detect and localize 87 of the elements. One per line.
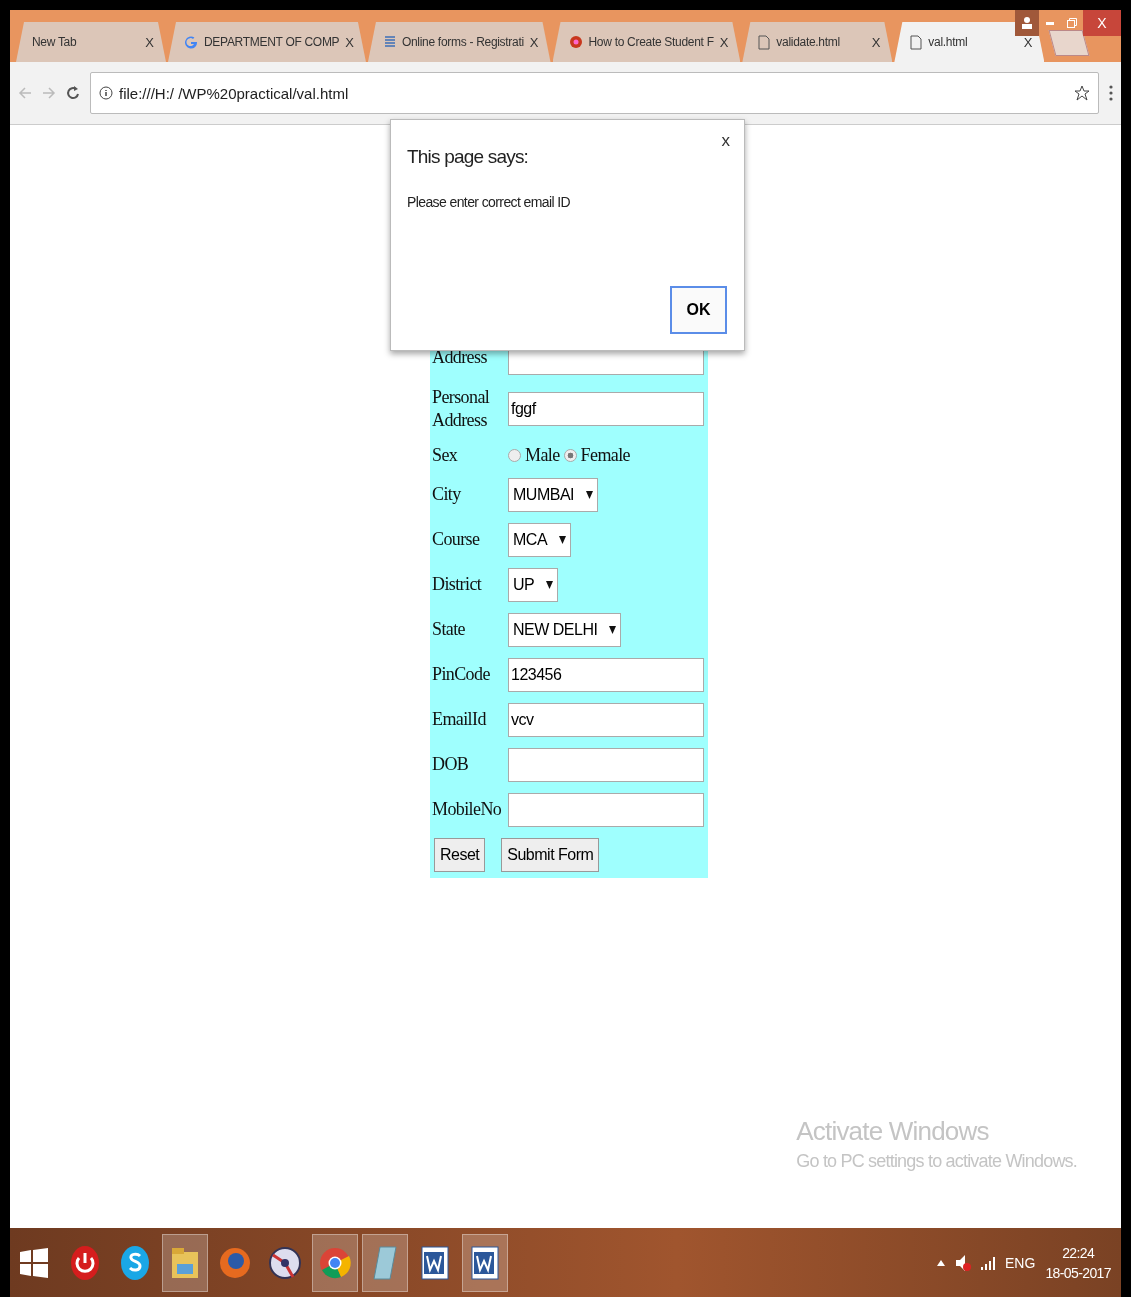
form-button[interactable]: Submit Form xyxy=(501,838,600,873)
power-icon[interactable] xyxy=(70,1244,100,1281)
dropdown[interactable]: MCA xyxy=(508,523,572,558)
chrome-icon[interactable] xyxy=(319,1246,351,1279)
reload-icon[interactable] xyxy=(66,85,80,101)
field-label: State xyxy=(432,618,465,642)
field-label: Personal Address xyxy=(432,386,491,433)
close-button[interactable]: X xyxy=(1083,10,1121,36)
google-g-icon xyxy=(184,35,198,49)
radio-button[interactable] xyxy=(563,448,577,462)
dropdown[interactable]: MUMBAI xyxy=(508,478,598,513)
dialog-title: This page says: xyxy=(407,146,530,168)
notepad-icon[interactable] xyxy=(372,1244,398,1281)
new-tab-button[interactable] xyxy=(1048,30,1090,56)
round-logo-icon xyxy=(568,35,583,49)
field-label: Address xyxy=(432,346,487,370)
folder-icon[interactable] xyxy=(170,1245,200,1280)
dropdown[interactable]: UP xyxy=(508,568,559,603)
dialog-close[interactable]: x xyxy=(715,130,736,152)
url-text: file:///H:/ /WP%20practical/val.html xyxy=(119,84,350,102)
radio-button[interactable] xyxy=(508,448,521,462)
speaker-muted-icon[interactable] xyxy=(955,1253,972,1272)
tab-title: New Tab xyxy=(32,35,78,49)
more-menu-icon[interactable] xyxy=(1109,85,1113,101)
user-button[interactable] xyxy=(1015,10,1039,36)
skype-icon[interactable] xyxy=(120,1244,150,1281)
tab-close[interactable]: X xyxy=(1023,34,1033,50)
field-label: MobileNo xyxy=(432,798,502,822)
clock[interactable]: 22:24 18-05-2017 xyxy=(1045,1244,1111,1281)
restore-icon xyxy=(1067,18,1077,28)
field-label: DOB xyxy=(432,753,469,777)
field-label: EmailId xyxy=(432,708,486,732)
language-indicator[interactable]: ENG xyxy=(1005,1254,1036,1271)
form-button[interactable]: Reset xyxy=(434,838,486,873)
tab-title: val.html xyxy=(928,35,969,49)
signal-icon[interactable] xyxy=(981,1255,996,1270)
tab-title: Online forms - Registrati xyxy=(401,35,524,49)
tab-close[interactable]: X xyxy=(529,34,539,50)
word-icon[interactable] xyxy=(421,1245,449,1280)
browser-tab[interactable]: New Tab X xyxy=(16,22,166,62)
watermark-subtitle: Go to PC settings to activate Windows. xyxy=(796,1151,1077,1172)
tab-close[interactable]: X xyxy=(719,34,729,50)
dropdown-arrow-icon xyxy=(586,491,593,500)
dropdown-arrow-icon xyxy=(609,626,617,635)
field-label: Course xyxy=(432,528,480,552)
field-label: PinCode xyxy=(432,663,490,687)
dialog-message: Please enter correct email ID xyxy=(407,194,572,210)
dropdown[interactable]: NEW DELHI xyxy=(508,613,622,648)
star-icon[interactable] xyxy=(1074,85,1090,101)
up-arrow-icon[interactable] xyxy=(937,1259,946,1266)
radio-label: Female xyxy=(580,443,630,467)
address-bar[interactable]: file:///H:/ /WP%20practical/val.html xyxy=(90,72,1099,114)
tab-close[interactable]: X xyxy=(345,34,354,50)
dropdown-arrow-icon xyxy=(546,581,554,590)
file-icon xyxy=(758,34,771,50)
tab-close[interactable]: X xyxy=(145,34,154,50)
minimize-icon xyxy=(1046,21,1054,25)
tab-title: How to Create Student F xyxy=(588,35,714,49)
text-field[interactable]: fggf xyxy=(508,392,704,427)
browser-tab[interactable]: validate.html X xyxy=(742,22,893,62)
dropdown-arrow-icon xyxy=(559,536,567,545)
text-field[interactable]: vcv xyxy=(508,703,704,738)
browser-tab[interactable]: DEPARTMENT OF COMP X xyxy=(168,22,366,62)
tab-title: validate.html xyxy=(776,35,841,49)
field-label: Sex xyxy=(432,443,458,467)
browser-tab[interactable]: Online forms - Registrati X xyxy=(367,22,551,62)
ok-button[interactable]: OK xyxy=(670,286,727,334)
field-label: District xyxy=(432,573,482,597)
info-icon xyxy=(99,86,113,100)
word-icon[interactable] xyxy=(471,1245,499,1280)
person-icon xyxy=(1022,17,1032,29)
disc-icon[interactable] xyxy=(269,1244,301,1281)
file-icon xyxy=(910,34,923,50)
field-label: City xyxy=(432,483,461,507)
document-lines-icon xyxy=(383,35,396,49)
radio-label: Male xyxy=(525,443,560,467)
text-field[interactable]: 123456 xyxy=(508,658,704,693)
tab-title: DEPARTMENT OF COMP xyxy=(204,35,340,49)
windows-start-icon[interactable] xyxy=(20,1247,48,1278)
text-field[interactable] xyxy=(508,793,704,828)
taskbar-highlight[interactable] xyxy=(462,1233,508,1292)
firefox-icon[interactable] xyxy=(219,1245,251,1280)
browser-tab[interactable]: val.html X xyxy=(894,22,1045,62)
browser-tab[interactable]: How to Create Student F X xyxy=(552,22,741,62)
watermark-title: Activate Windows xyxy=(796,1116,990,1147)
tab-close[interactable]: X xyxy=(871,34,881,50)
text-field[interactable] xyxy=(508,748,704,783)
